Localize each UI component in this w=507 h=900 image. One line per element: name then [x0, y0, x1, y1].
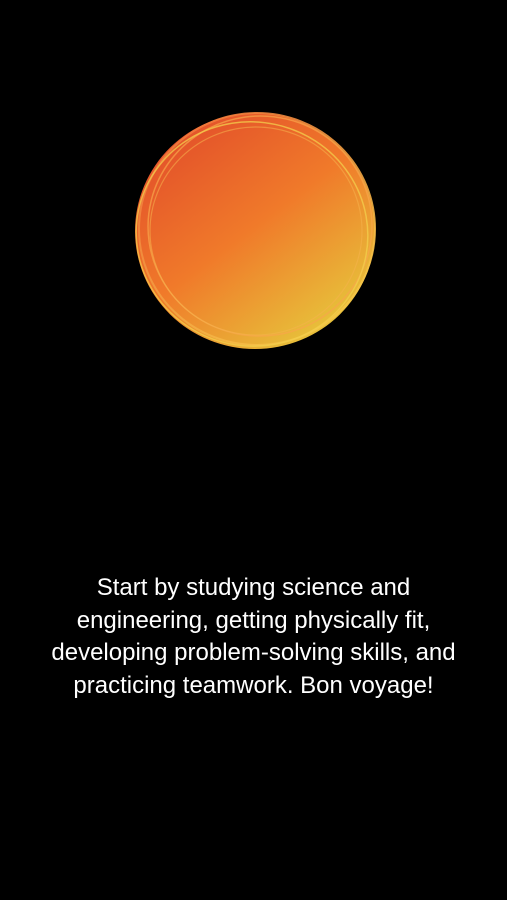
- siri-orb-icon[interactable]: [120, 100, 390, 362]
- siri-screen: Start by studying science and engineerin…: [0, 0, 507, 900]
- siri-response-text: Start by studying science and engineerin…: [51, 574, 456, 699]
- siri-orb-graphic: [135, 112, 376, 349]
